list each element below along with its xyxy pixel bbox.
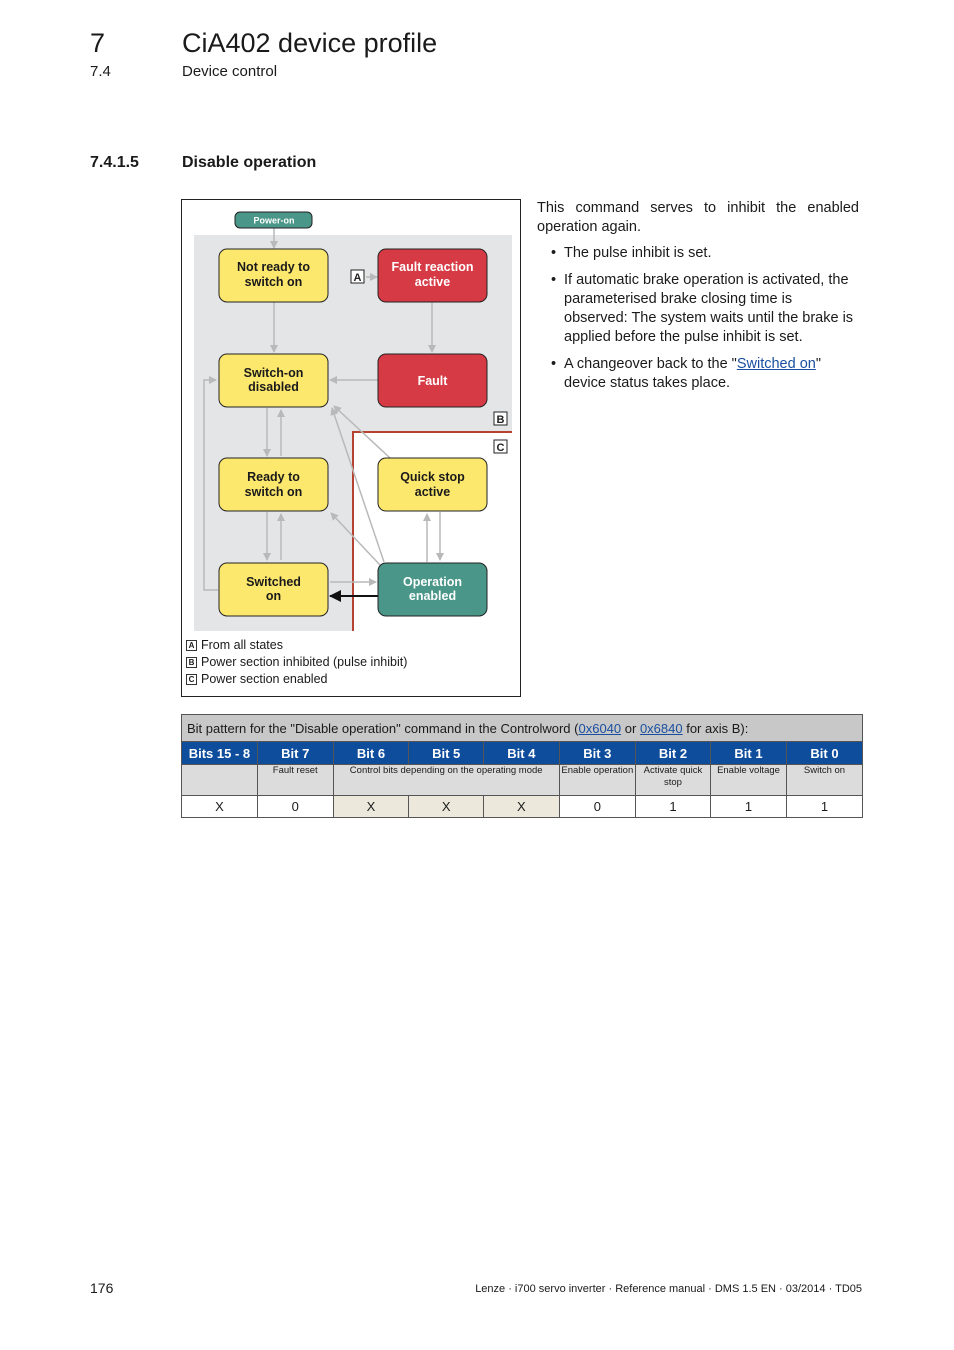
bit-pattern-table: Bit pattern for the "Disable operation" … [181, 714, 864, 818]
table-description-row: Fault reset Control bits depending on th… [181, 764, 864, 796]
header-bit-2: Bit 2 [634, 741, 712, 765]
state-label: Fault reaction [392, 260, 474, 274]
subsection-title: Disable operation [182, 154, 317, 171]
state-label: Not ready to [237, 260, 310, 274]
state-label: disabled [248, 380, 299, 394]
legend-item-a: A From all states [186, 637, 283, 654]
marker-b-label: B [497, 414, 505, 426]
value-bits-15-8: X [181, 795, 258, 818]
value-bit-5: X [408, 795, 485, 818]
desc-bit-1: Enable voltage [710, 764, 787, 796]
state-machine-diagram: Power-on Not ready to switch on Fault re… [194, 211, 512, 631]
table-value-row: X 0 X X X 0 1 1 1 [181, 795, 864, 818]
legend-text: Power section enabled [201, 672, 328, 686]
value-bit-0: 1 [785, 795, 864, 818]
header-bit-0: Bit 0 [785, 741, 864, 765]
legend-item-c: C Power section enabled [186, 671, 327, 688]
desc-bits-15-8 [181, 764, 258, 796]
state-diagram-figure: Power-on Not ready to switch on Fault re… [181, 199, 521, 697]
table-caption: Bit pattern for the "Disable operation" … [181, 714, 863, 742]
value-bit-6: X [332, 795, 410, 818]
chapter-title: CiA402 device profile [182, 28, 438, 58]
description-text: This command serves to inhibit the enabl… [537, 199, 859, 401]
switched-on-link[interactable]: Switched on [737, 356, 816, 372]
legend-item-b: B Power section inhibited (pulse inhibit) [186, 654, 407, 671]
page-number: 176 [90, 1280, 114, 1296]
state-label: Ready to [247, 470, 300, 484]
state-label: active [415, 275, 450, 289]
header-divider: _ _ _ _ _ _ _ _ _ _ _ _ _ _ _ _ _ _ _ _ … [90, 112, 862, 124]
bullet-text: A changeover back to the " [564, 356, 737, 372]
link-0x6040[interactable]: 0x6040 [578, 721, 621, 736]
desc-bits-6-4: Control bits depending on the operating … [332, 764, 560, 796]
header-bit-5: Bit 5 [408, 741, 485, 765]
bullet-item: The pulse inhibit is set. [537, 244, 859, 263]
state-label: Switch-on [244, 366, 304, 380]
header-bit-3: Bit 3 [558, 741, 636, 765]
state-label: on [266, 589, 281, 603]
state-label: switch on [245, 485, 303, 499]
caption-text: or [621, 720, 640, 736]
legend-key: A [186, 640, 197, 651]
header-bit-7: Bit 7 [256, 741, 334, 765]
desc-bit-0: Switch on [785, 764, 864, 796]
desc-bit-3: Enable operation [558, 764, 636, 796]
header-bit-6: Bit 6 [332, 741, 410, 765]
desc-bit-2: Activate quick stop [634, 764, 712, 796]
chapter-number: 7 [90, 28, 106, 58]
state-label: switch on [245, 275, 303, 289]
legend-text: Power section inhibited (pulse inhibit) [201, 655, 408, 669]
value-bit-4: X [483, 795, 560, 818]
caption-text: Bit pattern for the "Disable operation" … [187, 720, 579, 736]
state-label: Switched [246, 575, 301, 589]
legend-key: C [186, 674, 197, 685]
legend-key: B [186, 657, 197, 668]
table-header-row: Bits 15 - 8 Bit 7 Bit 6 Bit 5 Bit 4 Bit … [181, 741, 864, 765]
header-bit-1: Bit 1 [710, 741, 787, 765]
bullet-item: A changeover back to the "Switched on" d… [537, 355, 859, 393]
marker-a-label: A [354, 272, 362, 284]
marker-c-label: C [497, 442, 505, 454]
state-label: Operation [403, 575, 462, 589]
table-caption-row: Bit pattern for the "Disable operation" … [181, 714, 863, 742]
value-bit-1: 1 [710, 795, 787, 818]
header-bits-15-8: Bits 15 - 8 [181, 741, 258, 765]
desc-bit-7: Fault reset [256, 764, 334, 796]
bullet-list: The pulse inhibit is set. If automatic b… [537, 244, 859, 393]
state-label: active [415, 485, 450, 499]
footer-doc-info: Lenze · i700 servo inverter · Reference … [475, 1283, 862, 1295]
header-bit-4: Bit 4 [483, 741, 560, 765]
state-label: Quick stop [400, 470, 465, 484]
section-title: Device control [182, 63, 278, 80]
state-label: Fault [418, 374, 449, 388]
value-bit-3: 0 [558, 795, 636, 818]
power-on-label: Power-on [253, 216, 294, 226]
caption-text: for axis B): [682, 720, 749, 736]
value-bit-7: 0 [256, 795, 334, 818]
subsection-number: 7.4.1.5 [90, 154, 139, 171]
section-number: 7.4 [90, 63, 111, 80]
bullet-item: If automatic brake operation is activate… [537, 271, 859, 347]
link-0x6840[interactable]: 0x6840 [640, 721, 683, 736]
value-bit-2: 1 [634, 795, 712, 818]
legend-text: From all states [201, 638, 283, 652]
state-label: enabled [409, 589, 456, 603]
intro-paragraph: This command serves to inhibit the enabl… [537, 200, 859, 235]
